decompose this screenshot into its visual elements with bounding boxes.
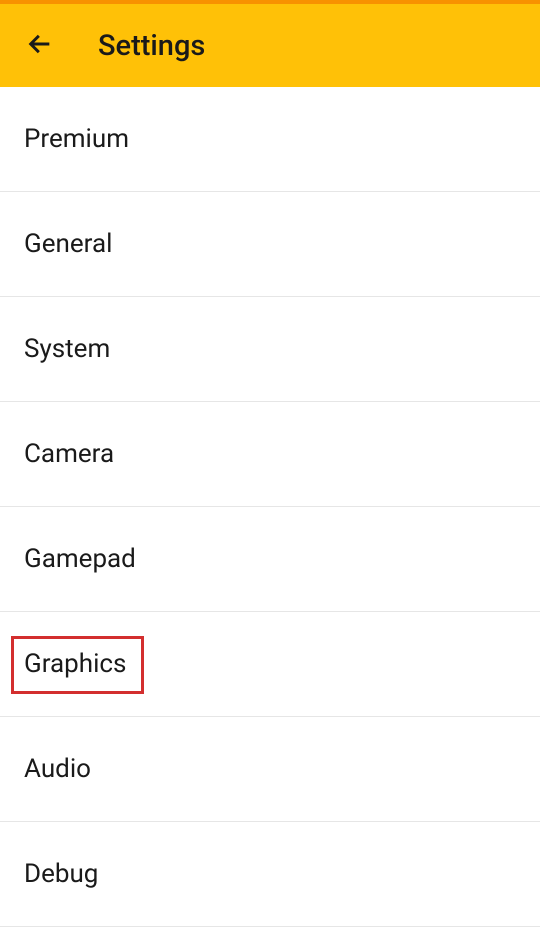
list-item-label: Gamepad bbox=[24, 544, 136, 574]
list-item-label: System bbox=[24, 334, 110, 364]
list-item-label: Graphics bbox=[24, 649, 126, 679]
list-item-debug[interactable]: Debug bbox=[0, 822, 540, 927]
back-button[interactable] bbox=[20, 26, 60, 66]
list-item-graphics[interactable]: Graphics bbox=[0, 612, 540, 717]
list-item-premium[interactable]: Premium bbox=[0, 87, 540, 192]
page-title: Settings bbox=[98, 29, 205, 63]
list-item-general[interactable]: General bbox=[0, 192, 540, 297]
list-item-label: Premium bbox=[24, 124, 129, 154]
list-item-label: General bbox=[24, 229, 112, 259]
list-item-gamepad[interactable]: Gamepad bbox=[0, 507, 540, 612]
list-item-camera[interactable]: Camera bbox=[0, 402, 540, 507]
arrow-left-icon bbox=[26, 30, 54, 62]
settings-list: Premium General System Camera Gamepad Gr… bbox=[0, 87, 540, 927]
list-item-label: Audio bbox=[24, 754, 91, 784]
list-item-label: Debug bbox=[24, 859, 98, 889]
app-header: Settings bbox=[0, 4, 540, 87]
list-item-audio[interactable]: Audio bbox=[0, 717, 540, 822]
list-item-system[interactable]: System bbox=[0, 297, 540, 402]
list-item-label: Camera bbox=[24, 439, 114, 469]
